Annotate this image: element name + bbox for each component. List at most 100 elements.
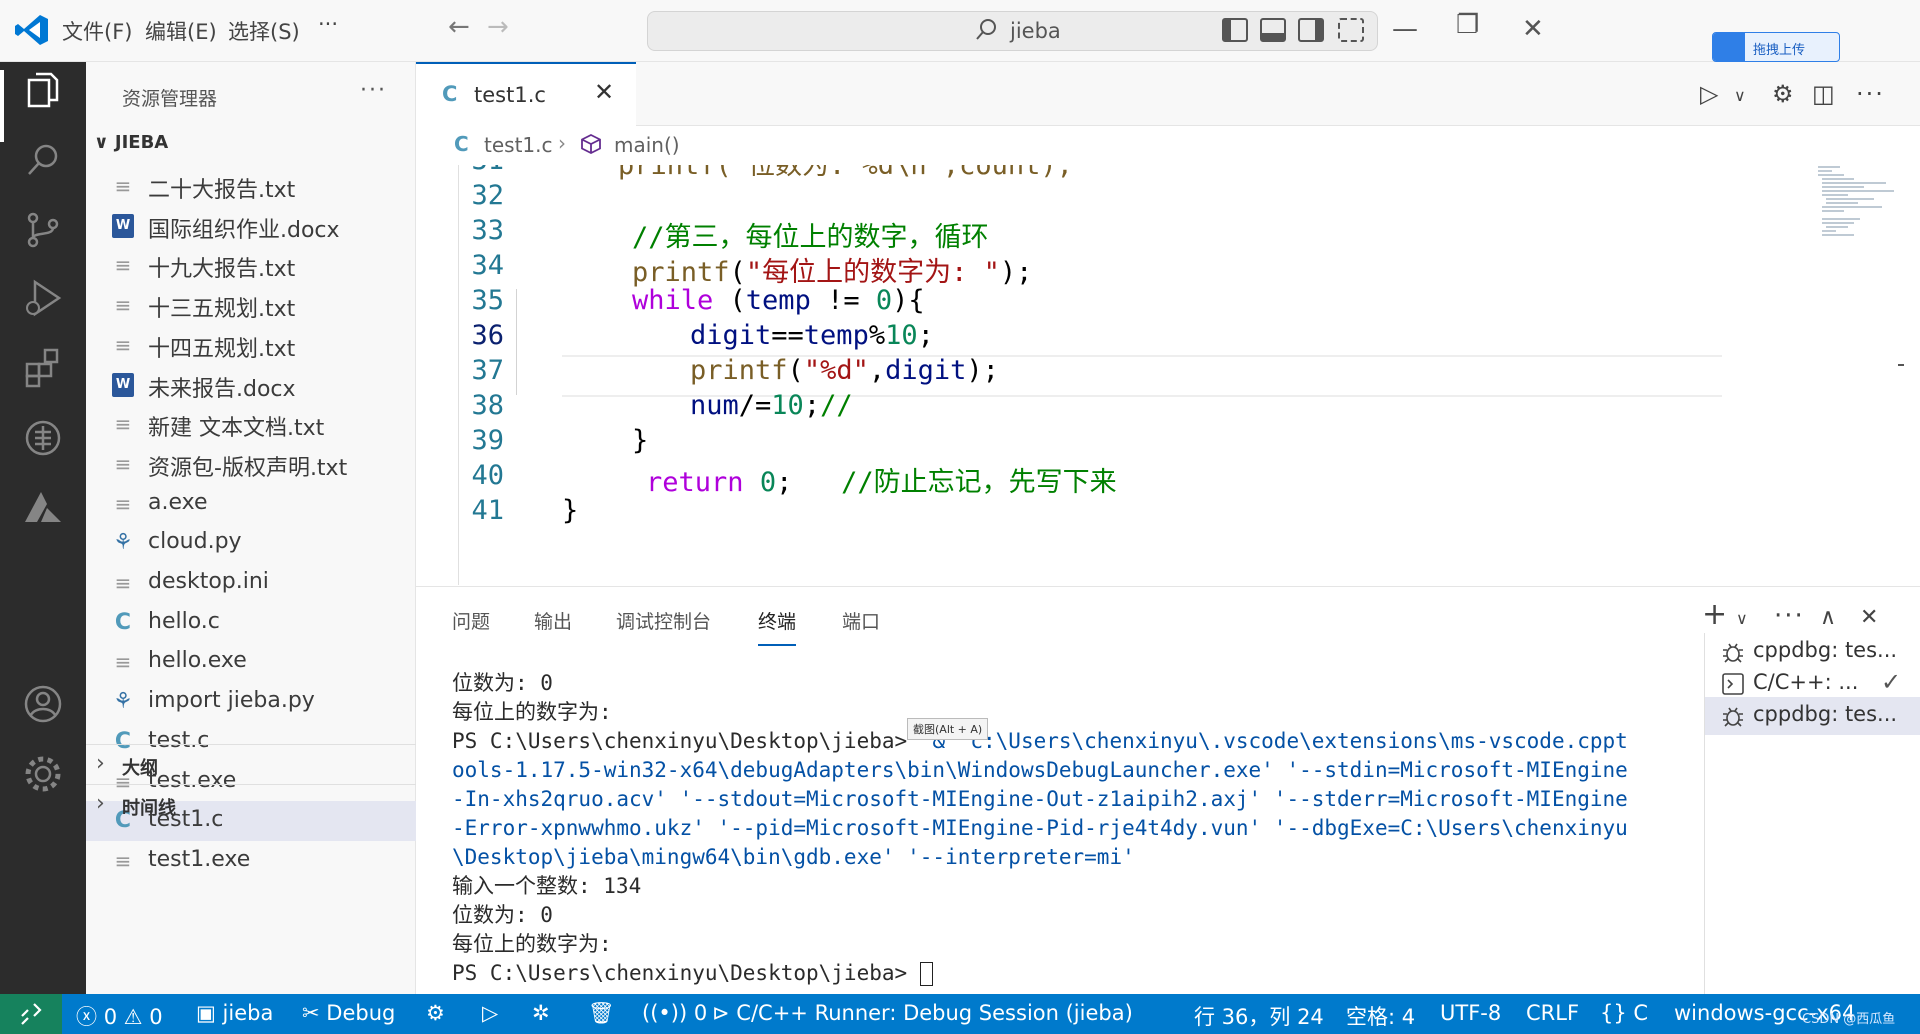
file-item[interactable]: W 国际组织作业.docx [86, 206, 416, 246]
manage-gear-icon[interactable] [21, 752, 65, 796]
line-number: 33 [471, 215, 504, 246]
file-item[interactable]: ≡ 十三五规划.txt [86, 285, 416, 325]
tab-terminal[interactable]: 终端 [758, 607, 797, 646]
file-item[interactable]: ≡ 二十大报告.txt [86, 166, 416, 206]
tab-output[interactable]: 输出 [534, 607, 572, 634]
minimap[interactable] [1814, 165, 1904, 585]
debug-status[interactable]: ✂ Debug [302, 1001, 395, 1025]
file-item[interactable]: ≡ 新建 文本文档.txt [86, 404, 416, 444]
tab-test1-c[interactable]: C test1.c ✕ [416, 62, 636, 126]
file-item[interactable]: ≡ desktop.ini [86, 563, 416, 603]
file-item[interactable]: ≡ a.exe [86, 484, 416, 524]
close-tab-icon[interactable]: ✕ [594, 78, 614, 106]
function-cube-icon [581, 133, 601, 155]
gear-icon[interactable]: ⚙ [426, 1001, 445, 1025]
menu-file[interactable]: 文件(F) [62, 16, 132, 46]
customize-layout-icon[interactable] [1338, 18, 1364, 42]
file-item[interactable]: ≡ 十九大报告.txt [86, 245, 416, 285]
cursor-position[interactable]: 行 36，列 24 [1194, 1001, 1324, 1031]
watermark: CSDN @西瓜鱼 [1802, 1012, 1896, 1027]
menu-more[interactable]: ··· [318, 12, 338, 36]
indentation[interactable]: 空格: 4 [1346, 1001, 1415, 1031]
tab-problems[interactable]: 问题 [452, 607, 490, 634]
runner-label: C/C++ Runner: Debug Session (jieba) [736, 1001, 1133, 1025]
file-item[interactable]: ≡ 十四五规划.txt [86, 325, 416, 365]
source-control-icon[interactable] [21, 208, 65, 252]
runner-status[interactable]: ⊳ C/C++ Runner: Debug Session (jieba) [712, 1001, 1133, 1025]
checkmark-icon: ✓ [1881, 668, 1902, 696]
maximize-panel-icon[interactable]: ∧ [1820, 605, 1836, 630]
terminal-instance[interactable]: cppdbg: tes... [1705, 697, 1920, 735]
problems-status[interactable]: ⓧ 0 ⚠ 0 [76, 1001, 163, 1031]
file-item[interactable]: W 未来报告.docx [86, 365, 416, 405]
code-token: 10 [771, 390, 804, 421]
file-item[interactable]: Chello.c [86, 603, 416, 643]
menu-selection[interactable]: 选择(S) [228, 16, 300, 46]
search-activity-icon[interactable] [21, 138, 65, 182]
close-window-icon[interactable]: ✕ [1522, 14, 1544, 44]
terminal-dropdown-icon[interactable]: ∨ [1736, 609, 1748, 628]
forward-arrow-icon[interactable]: → [487, 12, 509, 42]
run-and-debug-icon[interactable] [21, 276, 65, 320]
line-number: 40 [471, 460, 504, 491]
file-name: cloud.py [148, 529, 242, 555]
breadcrumb-file[interactable]: test1.c [484, 133, 553, 157]
toggle-panel-icon[interactable] [1260, 18, 1286, 42]
end-of-line[interactable]: CRLF [1526, 1001, 1579, 1025]
workspace-status[interactable]: ▣ jieba [196, 1001, 273, 1025]
remote-icon [21, 1003, 42, 1025]
azure-icon[interactable] [21, 486, 65, 530]
language-mode[interactable]: {} C [1600, 1001, 1648, 1025]
encoding[interactable]: UTF-8 [1440, 1001, 1501, 1025]
accounts-icon[interactable] [21, 682, 65, 726]
workspace-label: jieba [222, 1001, 274, 1025]
new-terminal-icon[interactable]: + [1702, 597, 1727, 632]
trash-icon[interactable]: 🗑 [588, 1001, 615, 1026]
editor-more-icon[interactable]: ··· [1856, 80, 1885, 108]
menu-edit[interactable]: 编辑(E) [145, 16, 217, 46]
txt-file-icon: ≡ [114, 491, 132, 516]
python-file-icon: ⚘ [113, 689, 133, 715]
chevron-down-icon: ∨ [94, 132, 115, 153]
bug-icon[interactable]: ✲ [532, 1001, 550, 1025]
terminal-output[interactable]: 位数为: 0 每位上的数字为: PS C:\Users\chenxinyu\Desk… [452, 669, 1672, 988]
file-item[interactable]: ≡ test1.exe [86, 841, 416, 881]
outline-section[interactable]: › 大纲 [86, 744, 416, 784]
terminal-text: -In-xhs2qruo.acv' '--stdout=Microsoft-MI… [452, 787, 1628, 811]
run-icon[interactable]: ▷ [482, 1001, 498, 1025]
run-dropdown-icon[interactable]: ∨ [1734, 86, 1746, 105]
tab-debug-console[interactable]: 调试控制台 [616, 607, 711, 634]
code-editor[interactable]: 31 32 33 34 35 36 37 38 39 40 41 printf(… [416, 165, 1920, 585]
sidebar-title: 资源管理器 [122, 88, 218, 110]
extensions-icon[interactable] [21, 346, 65, 390]
close-panel-icon[interactable]: ✕ [1860, 605, 1878, 630]
split-editor-icon[interactable]: ◫ [1812, 80, 1835, 108]
tab-ports[interactable]: 端口 [842, 607, 880, 634]
timeline-section[interactable]: › 时间线 [86, 784, 416, 824]
breadcrumb-symbol[interactable]: main() [614, 133, 680, 157]
restore-icon[interactable]: ❐ [1456, 10, 1479, 40]
toggle-primary-sidebar-icon[interactable] [1222, 18, 1248, 42]
file-item[interactable]: ⚘ cloud.py [86, 523, 416, 563]
file-item[interactable]: ⚘ import jieba.py [86, 682, 416, 722]
sidebar-more-button[interactable]: ··· [360, 78, 387, 103]
remote-indicator[interactable] [0, 994, 62, 1034]
run-file-icon[interactable]: ▷ [1700, 80, 1718, 108]
file-item[interactable]: ≡ hello.exe [86, 642, 416, 682]
back-arrow-icon[interactable]: ← [448, 12, 470, 42]
file-name: test1.exe [148, 846, 251, 872]
settings-gear-icon[interactable]: ⚙ [1772, 80, 1794, 108]
upload-badge[interactable]: 拖拽上传 [1712, 32, 1840, 62]
txt-file-icon: ≡ [114, 848, 132, 873]
remote-explorer-icon[interactable] [21, 416, 65, 460]
code-token: temp [745, 285, 811, 316]
explorer-icon[interactable] [21, 68, 65, 112]
ports-status[interactable]: ((•)) 0 [642, 1001, 707, 1025]
folder-header[interactable]: ∨ JIEBA [94, 132, 168, 153]
minimize-icon[interactable]: — [1392, 14, 1418, 44]
code-line-41: } [562, 495, 579, 526]
line-number: 37 [471, 355, 504, 386]
file-item[interactable]: ≡ 资源包-版权声明.txt [86, 444, 416, 484]
toggle-secondary-sidebar-icon[interactable] [1298, 18, 1324, 42]
panel-more-icon[interactable]: ··· [1774, 601, 1805, 631]
